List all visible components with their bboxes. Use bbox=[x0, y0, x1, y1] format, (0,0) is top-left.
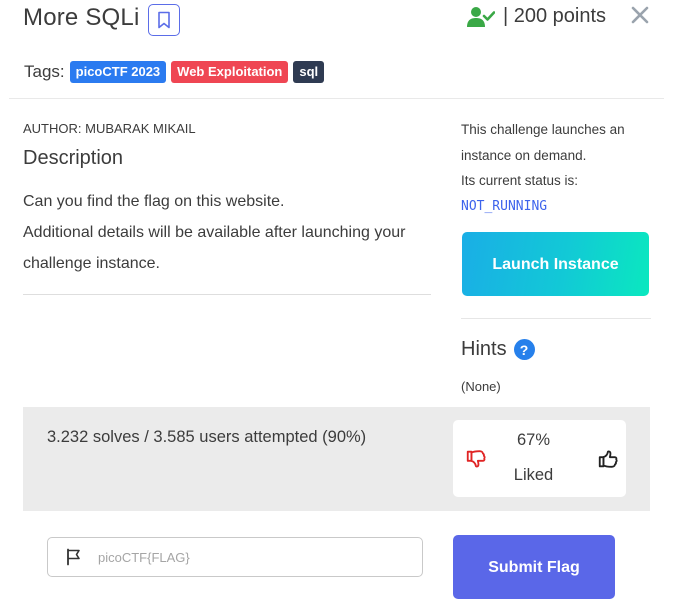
description-line: Can you find the flag on this website. bbox=[23, 193, 285, 210]
tag-picoctf-2023[interactable]: picoCTF 2023 bbox=[69, 61, 167, 83]
instance-divider bbox=[461, 318, 651, 319]
description-title: Description bbox=[23, 147, 124, 169]
tags-label: Tags: bbox=[24, 62, 65, 81]
hints-title: Hints bbox=[461, 338, 507, 360]
help-icon[interactable]: ? bbox=[513, 339, 535, 360]
flag-input-wrapper bbox=[47, 537, 423, 577]
thumb-up-icon bbox=[598, 450, 618, 468]
instance-status-label: Its current status is: bbox=[461, 173, 579, 188]
points-value: | 200 points bbox=[503, 5, 607, 27]
instance-info-line: This challenge launches an instance on d… bbox=[461, 122, 625, 163]
instance-status: NOT_RUNNING bbox=[461, 199, 548, 214]
bookmark-button[interactable] bbox=[148, 4, 180, 36]
hints-header: Hints ? bbox=[461, 338, 535, 361]
description-line: Additional details will be available aft… bbox=[23, 224, 406, 272]
launch-instance-button[interactable]: Launch Instance bbox=[462, 232, 649, 296]
instance-info: This challenge launches an instance on d… bbox=[461, 117, 661, 194]
tag-web-exploitation[interactable]: Web Exploitation bbox=[171, 61, 289, 83]
liked-label: Liked bbox=[513, 466, 554, 484]
close-button[interactable] bbox=[629, 4, 651, 26]
hints-content: (None) bbox=[461, 379, 501, 394]
user-check-icon bbox=[467, 6, 495, 27]
tags-row: Tags: picoCTF 2023 Web Exploitation sql bbox=[24, 61, 329, 83]
challenge-title: More SQLi bbox=[23, 4, 140, 31]
like-button[interactable] bbox=[597, 448, 619, 470]
tag-sql[interactable]: sql bbox=[293, 61, 325, 83]
author: AUTHOR: MUBARAK MIKAIL bbox=[23, 121, 196, 136]
close-icon bbox=[631, 6, 649, 24]
header-divider bbox=[9, 98, 664, 99]
liked-percent: 67% bbox=[516, 431, 551, 449]
description-divider bbox=[23, 294, 431, 295]
like-card: 67% Liked bbox=[453, 420, 626, 497]
solves-count: 3.232 solves / 3.585 users attempted (90… bbox=[47, 428, 367, 446]
bookmark-icon bbox=[158, 11, 170, 29]
description-text: Can you find the flag on this website. A… bbox=[23, 186, 438, 279]
submit-flag-button[interactable]: Submit Flag bbox=[453, 535, 615, 599]
points-display: | 200 points bbox=[467, 5, 606, 28]
flag-icon bbox=[67, 548, 80, 566]
flag-input[interactable] bbox=[98, 549, 398, 565]
